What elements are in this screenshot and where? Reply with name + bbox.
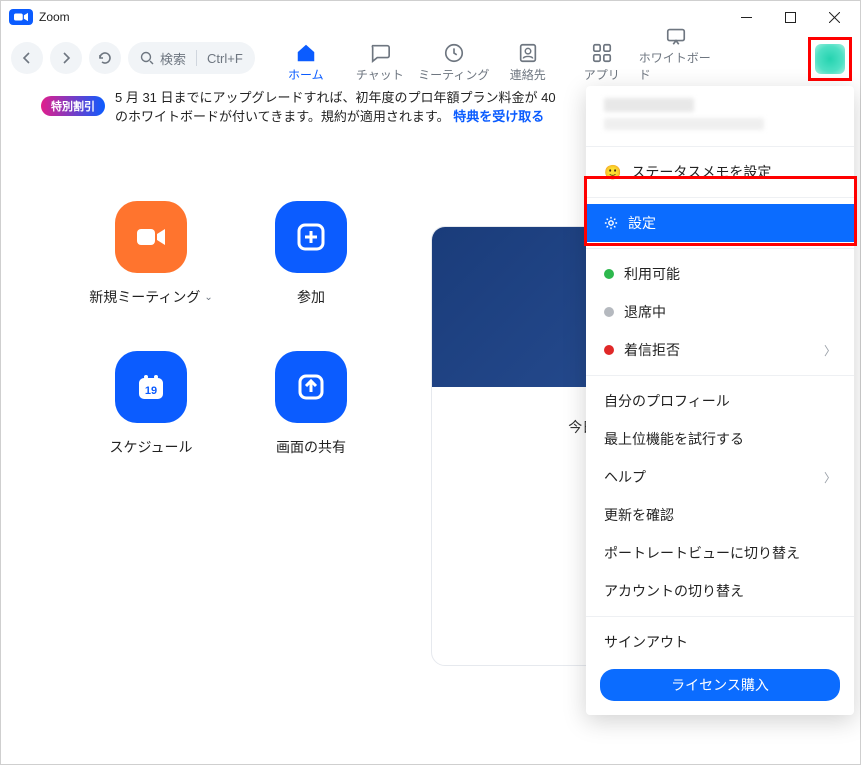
chevron-right-icon: 〉	[824, 469, 836, 486]
tab-chat-label: チャット	[356, 66, 404, 83]
tile-schedule: 19 スケジュール	[71, 341, 231, 491]
search-placeholder: 検索	[160, 49, 186, 68]
search-shortcut: Ctrl+F	[207, 51, 243, 66]
menu-status-away[interactable]: 退席中	[586, 293, 854, 331]
menu-signout-label: サインアウト	[604, 632, 688, 652]
whiteboard-icon	[665, 25, 687, 47]
menu-settings-label: 設定	[628, 213, 656, 233]
menu-help[interactable]: ヘルプ 〉	[586, 458, 854, 496]
nav-forward-button[interactable]	[50, 42, 82, 74]
new-meeting-label: 新規ミーティング	[89, 287, 200, 307]
tab-whiteboard[interactable]: ホワイトボード	[639, 21, 713, 83]
menu-profile-label: 自分のプロフィール	[604, 391, 730, 411]
menu-buy-license[interactable]: ライセンス購入	[600, 669, 840, 701]
apps-icon	[591, 42, 613, 64]
gear-icon	[604, 216, 618, 230]
tab-chat[interactable]: チャット	[343, 38, 417, 83]
plus-icon	[294, 220, 328, 254]
avatar-highlight	[808, 37, 852, 81]
contacts-icon	[517, 42, 539, 64]
window-title: Zoom	[39, 10, 70, 24]
tab-home[interactable]: ホーム	[269, 38, 343, 83]
status-dot-away	[604, 307, 614, 317]
menu-status-memo[interactable]: 🙂 ステータスメモを設定	[586, 153, 854, 191]
chevron-right-icon: 〉	[824, 342, 836, 359]
menu-available-label: 利用可能	[624, 264, 680, 284]
profile-dropdown: 🙂 ステータスメモを設定 設定 利用可能 退席中 着信拒否 〉 自分のプロフィー…	[586, 86, 854, 715]
menu-portrait[interactable]: ポートレートビューに切り替え	[586, 534, 854, 572]
maximize-button[interactable]	[768, 2, 812, 32]
tab-meeting-label: ミーティング	[418, 66, 489, 83]
minimize-button[interactable]	[724, 2, 768, 32]
menu-dnd-label: 着信拒否	[624, 340, 680, 360]
smile-icon: 🙂	[604, 164, 621, 181]
tab-contacts-label: 連絡先	[510, 66, 546, 83]
tile-join: 参加	[231, 191, 391, 341]
tile-new-meeting: 新規ミーティング ⌄	[71, 191, 231, 341]
menu-settings[interactable]: 設定	[586, 204, 854, 242]
menu-profile[interactable]: 自分のプロフィール	[586, 382, 854, 420]
schedule-button[interactable]: 19	[115, 351, 187, 423]
menu-status-dnd[interactable]: 着信拒否 〉	[586, 331, 854, 369]
tab-whiteboard-label: ホワイトボード	[639, 49, 713, 83]
join-button[interactable]	[275, 201, 347, 273]
calendar-icon: 19	[134, 370, 168, 404]
menu-try-top[interactable]: 最上位機能を試行する	[586, 420, 854, 458]
svg-text:19: 19	[145, 385, 157, 397]
search-input[interactable]: 検索 Ctrl+F	[128, 42, 255, 74]
menu-away-label: 退席中	[624, 302, 666, 322]
schedule-label: スケジュール	[109, 437, 192, 457]
home-icon	[295, 42, 317, 64]
status-dot-available	[604, 269, 614, 279]
chat-icon	[369, 42, 391, 64]
promo-line2a: のホワイトボードが付いてきます。規約が適用されます。	[115, 109, 450, 124]
main-toolbar: 検索 Ctrl+F ホーム チャット ミーティング 連絡先 アプリ ホワイトボー…	[1, 33, 860, 83]
tab-contacts[interactable]: 連絡先	[491, 38, 565, 83]
account-name-redacted	[604, 98, 694, 112]
status-dot-dnd	[604, 345, 614, 355]
menu-switch-account[interactable]: アカウントの切り替え	[586, 572, 854, 610]
menu-update-label: 更新を確認	[604, 505, 674, 525]
titlebar: Zoom	[1, 1, 860, 33]
nav-back-button[interactable]	[11, 42, 43, 74]
share-label: 画面の共有	[276, 437, 346, 457]
action-tiles: 新規ミーティング ⌄ 参加 19 スケジュール	[71, 191, 391, 491]
menu-switch-label: アカウントの切り替え	[604, 581, 744, 601]
promo-badge: 特別割引	[41, 96, 105, 116]
tile-share: 画面の共有	[231, 341, 391, 491]
zoom-app-icon	[9, 9, 33, 25]
new-meeting-button[interactable]	[115, 201, 187, 273]
clock-icon	[443, 42, 465, 64]
menu-signout[interactable]: サインアウト	[586, 623, 854, 661]
promo-link[interactable]: 特典を受け取る	[453, 109, 544, 124]
menu-help-label: ヘルプ	[604, 467, 646, 487]
menu-try-top-label: 最上位機能を試行する	[604, 429, 744, 449]
promo-text: 5 月 31 日までにアップグレードすれば、初年度のプロ年額プラン料金が 40 …	[115, 87, 556, 125]
menu-status-available[interactable]: 利用可能	[586, 255, 854, 293]
tab-apps-label: アプリ	[584, 66, 620, 83]
menu-check-update[interactable]: 更新を確認	[586, 496, 854, 534]
join-label: 参加	[297, 287, 325, 307]
promo-line1: 5 月 31 日までにアップグレードすれば、初年度のプロ年額プラン料金が 40	[115, 90, 556, 105]
tab-meeting[interactable]: ミーティング	[417, 38, 491, 83]
close-button[interactable]	[812, 2, 856, 32]
account-email-redacted	[604, 118, 764, 130]
nav-history-button[interactable]	[89, 42, 121, 74]
menu-status-memo-label: ステータスメモを設定	[631, 162, 771, 182]
menu-license-label: ライセンス購入	[671, 677, 769, 693]
search-icon	[140, 51, 154, 65]
video-icon	[134, 220, 168, 254]
menu-account-header	[586, 96, 854, 140]
share-button[interactable]	[275, 351, 347, 423]
profile-avatar[interactable]	[815, 44, 845, 74]
nav-tabs: ホーム チャット ミーティング 連絡先 アプリ ホワイトボード	[269, 33, 713, 83]
menu-portrait-label: ポートレートビューに切り替え	[604, 543, 800, 563]
share-up-icon	[294, 370, 328, 404]
tab-home-label: ホーム	[288, 66, 324, 83]
chevron-down-icon[interactable]: ⌄	[204, 292, 212, 303]
tab-apps[interactable]: アプリ	[565, 38, 639, 83]
